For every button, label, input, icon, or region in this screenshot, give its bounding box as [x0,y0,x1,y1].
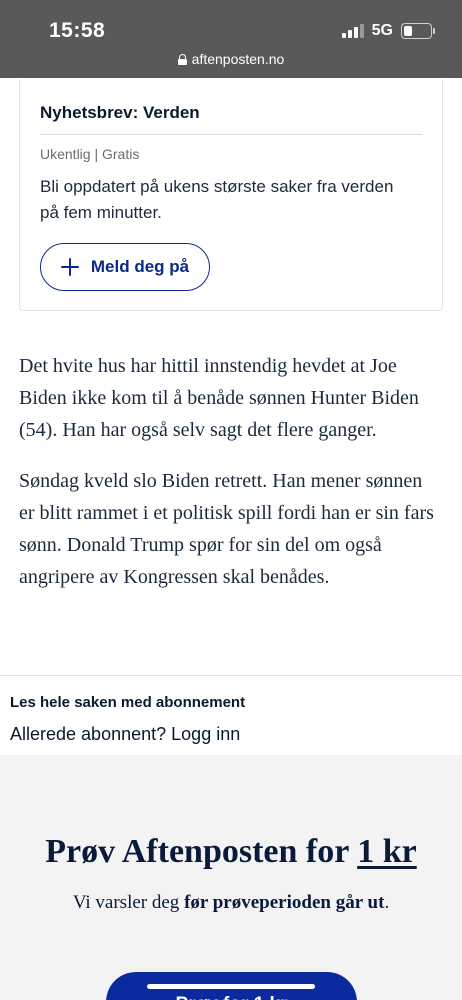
paywall-login-row: Allerede abonnent? Logg inn [10,724,240,745]
status-bar: 15:58 5G aftenposten.no [0,0,462,78]
offer-subtitle-bold: før prøveperioden går ut [184,892,385,913]
offer-subtitle-prefix: Vi varsler deg [72,892,180,913]
subscribe-button[interactable]: Meld deg på [40,243,210,291]
article-paragraph: Det hvite hus har hittil innstendig hevd… [19,355,419,441]
paywall-heading: Les hele saken med abonnement [10,694,246,711]
offer-subtitle-suffix: . [384,892,390,913]
status-time: 15:58 [49,19,106,42]
offer-title-text: Prøv Aftenposten for [45,833,349,870]
offer-price: 1 kr [357,833,417,870]
divider [40,134,422,135]
paywall-divider [0,675,462,676]
newsletter-title: Nyhetsbrev: Verden [40,103,200,122]
login-link[interactable]: Logg inn [171,724,240,744]
article-paragraph: Søndag kveld slo Biden retrett. Han mene… [19,470,434,588]
signal-icon [341,24,364,38]
address-bar[interactable]: aftenposten.no [0,51,462,67]
offer-section: Prøv Aftenposten for 1 kr Vi varsler deg… [0,755,462,1000]
lock-icon [177,53,187,65]
home-indicator [147,984,315,989]
article-body: Det hvite hus har hittil innstendig hevd… [19,350,439,612]
newsletter-card: Nyhetsbrev: Verden Ukentlig | Gratis Bli… [19,79,443,311]
plus-icon [60,258,79,276]
already-subscriber-text: Allerede abonnent? [10,724,167,744]
newsletter-frequency: Ukentlig | Gratis [40,146,140,162]
network-type: 5G [371,22,393,39]
status-indicators: 5G [341,22,435,40]
newsletter-description: Bli oppdatert på ukens største saker fra… [40,177,394,222]
url-text: aftenposten.no [191,51,285,67]
battery-icon [401,23,435,39]
offer-subtitle: Vi varsler deg før prøveperioden går ut. [0,892,462,914]
subscribe-button-label: Meld deg på [90,257,190,276]
offer-title: Prøv Aftenposten for 1 kr [0,833,462,871]
